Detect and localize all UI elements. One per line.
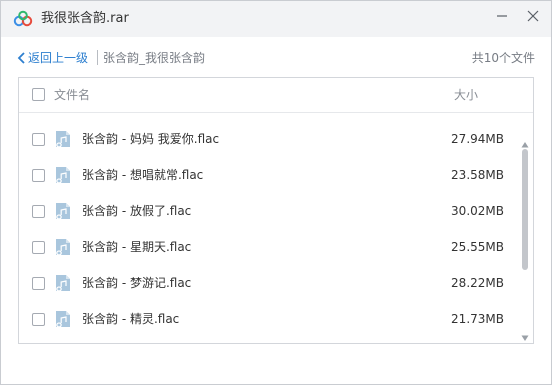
list-header: 文件名 大小 bbox=[19, 78, 533, 113]
file-size: 25.55MB bbox=[451, 240, 504, 254]
file-name: 张含韵 - 放假了.flac bbox=[82, 204, 192, 218]
minimize-button[interactable] bbox=[491, 5, 513, 27]
file-row[interactable]: 张含韵 - 梦游记.flac 28.22MB bbox=[19, 266, 519, 302]
vertical-scrollbar[interactable] bbox=[519, 122, 531, 341]
close-icon bbox=[527, 10, 539, 22]
audio-file-icon bbox=[55, 202, 71, 220]
row-checkbox[interactable] bbox=[32, 205, 45, 218]
minimize-icon bbox=[497, 15, 507, 17]
file-row[interactable]: 张含韵 - 妈妈 我爱你.flac 27.94MB bbox=[19, 122, 519, 158]
column-header-name[interactable]: 文件名 bbox=[54, 86, 90, 104]
window-title: 我很张含韵.rar bbox=[41, 11, 129, 26]
file-row[interactable]: 张含韵 - 星期天.flac 25.55MB bbox=[19, 230, 519, 266]
file-size: 23.58MB bbox=[451, 168, 504, 182]
file-count: 共10个文件 bbox=[471, 51, 535, 65]
row-checkbox[interactable] bbox=[32, 241, 45, 254]
file-row[interactable]: 张含韵 - 想唱就常.flac 23.58MB bbox=[19, 158, 519, 194]
navigation-bar: 返回上一级 张含韵_我很张含韵 共10个文件 bbox=[1, 37, 551, 77]
column-header-size[interactable]: 大小 bbox=[454, 86, 478, 104]
audio-file-icon bbox=[55, 166, 71, 184]
file-row[interactable]: 张含韵 - 精灵.flac 21.73MB bbox=[19, 302, 519, 338]
select-all-checkbox[interactable] bbox=[32, 88, 45, 101]
baidu-netdisk-cloud-icon bbox=[13, 10, 33, 28]
file-row[interactable]: 张含韵 - 放假了.flac 30.02MB bbox=[19, 194, 519, 230]
row-checkbox[interactable] bbox=[32, 133, 45, 146]
back-button-label: 返回上一级 bbox=[28, 51, 89, 65]
audio-file-icon bbox=[55, 130, 71, 148]
file-size: 21.73MB bbox=[451, 312, 504, 326]
chevron-left-icon bbox=[17, 52, 25, 64]
file-size: 28.22MB bbox=[451, 276, 504, 290]
file-rows: 张含韵 - 妈妈 我爱你.flac 27.94MB 张含韵 - 想唱就常.fla… bbox=[19, 122, 519, 338]
row-checkbox[interactable] bbox=[32, 169, 45, 182]
breadcrumb-divider bbox=[97, 50, 98, 65]
scroll-up-arrow-icon[interactable] bbox=[521, 134, 529, 148]
breadcrumb: 张含韵_我很张含韵 bbox=[103, 51, 206, 65]
file-size: 27.94MB bbox=[451, 132, 504, 146]
file-name: 张含韵 - 妈妈 我爱你.flac bbox=[82, 132, 220, 146]
audio-file-icon bbox=[55, 310, 71, 328]
title-bar[interactable]: 我很张含韵.rar bbox=[1, 1, 551, 37]
file-name: 张含韵 - 梦游记.flac bbox=[82, 276, 192, 290]
audio-file-icon bbox=[55, 274, 71, 292]
audio-file-icon bbox=[55, 238, 71, 256]
row-checkbox[interactable] bbox=[32, 313, 45, 326]
back-button[interactable]: 返回上一级 bbox=[17, 49, 88, 67]
scrollbar-thumb[interactable] bbox=[522, 149, 528, 270]
scroll-down-arrow-icon[interactable] bbox=[521, 327, 529, 341]
close-button[interactable] bbox=[522, 5, 544, 27]
row-checkbox[interactable] bbox=[32, 277, 45, 290]
file-name: 张含韵 - 想唱就常.flac bbox=[82, 168, 204, 182]
file-size: 30.02MB bbox=[451, 204, 504, 218]
archive-preview-window: 我很张含韵.rar 返回上一级 张含韵_我很张含韵 共10个文件 文件名 大小 bbox=[0, 0, 552, 385]
file-name: 张含韵 - 星期天.flac bbox=[82, 240, 192, 254]
file-name: 张含韵 - 精灵.flac bbox=[82, 312, 180, 326]
file-list: 文件名 大小 张含韵 - 妈妈 我爱你.flac 27.94MB 张含韵 - 想… bbox=[18, 77, 534, 344]
